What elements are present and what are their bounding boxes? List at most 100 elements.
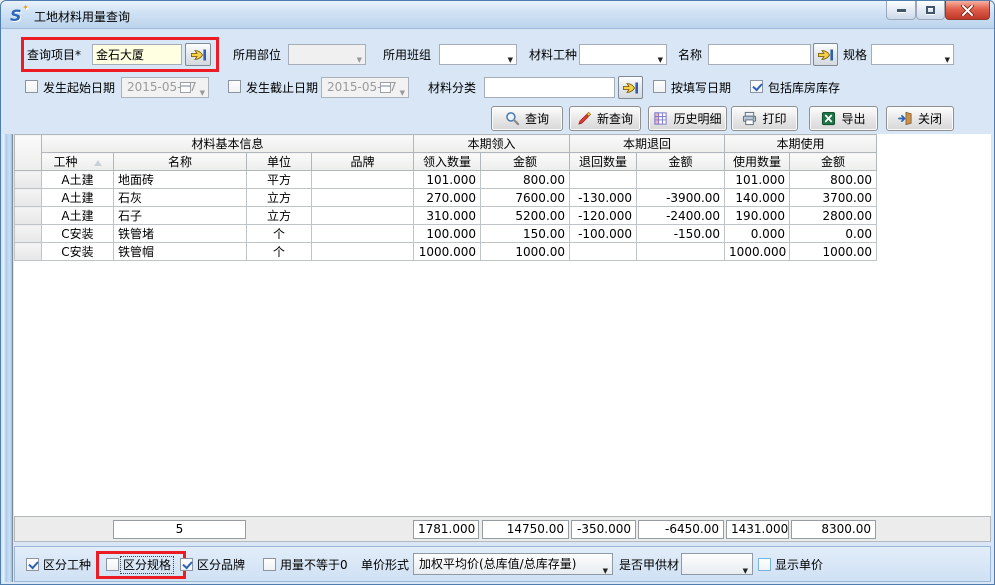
- owner-supplied-combobox[interactable]: ▼: [681, 553, 753, 575]
- cell[interactable]: [312, 243, 414, 261]
- chevron-down-icon: ▼: [743, 561, 748, 575]
- column-header-recv-qty[interactable]: 领入数量: [414, 153, 481, 171]
- material-type-combobox[interactable]: ▼: [579, 44, 667, 65]
- cell[interactable]: 140.000: [725, 189, 790, 207]
- start-date-checkbox[interactable]: [25, 80, 38, 93]
- cell[interactable]: 石子: [114, 207, 247, 225]
- cell[interactable]: 190.000: [725, 207, 790, 225]
- export-button[interactable]: 导出: [809, 106, 878, 131]
- category-input[interactable]: [484, 77, 615, 98]
- column-header-unit[interactable]: 单位: [247, 153, 312, 171]
- row-selector[interactable]: [15, 207, 42, 225]
- cell[interactable]: [637, 171, 725, 189]
- show-unit-price-checkbox[interactable]: [758, 558, 771, 571]
- close-button[interactable]: [945, 1, 990, 20]
- cell[interactable]: 100.000: [414, 225, 481, 243]
- cell[interactable]: 0.000: [725, 225, 790, 243]
- cell[interactable]: [312, 189, 414, 207]
- cell[interactable]: -150.00: [637, 225, 725, 243]
- column-header-used-qty[interactable]: 使用数量: [725, 153, 790, 171]
- column-header-name[interactable]: 名称: [114, 153, 247, 171]
- end-date-checkbox[interactable]: [228, 80, 241, 93]
- cell[interactable]: 800.00: [790, 171, 877, 189]
- cell[interactable]: 1000.00: [790, 243, 877, 261]
- cell[interactable]: 3700.00: [790, 189, 877, 207]
- cell[interactable]: 101.000: [414, 171, 481, 189]
- cell[interactable]: 1000.000: [414, 243, 481, 261]
- cell[interactable]: 2800.00: [790, 207, 877, 225]
- cell[interactable]: 800.00: [481, 171, 570, 189]
- close-form-button[interactable]: 关闭: [886, 106, 954, 131]
- cell[interactable]: 150.00: [481, 225, 570, 243]
- cell[interactable]: -120.000: [570, 207, 637, 225]
- cell[interactable]: -3900.00: [637, 189, 725, 207]
- distinguish-gongzhong-checkbox[interactable]: [26, 558, 39, 571]
- cell[interactable]: 101.000: [725, 171, 790, 189]
- by-fill-date-checkbox[interactable]: [653, 80, 666, 93]
- cell[interactable]: 1000.00: [481, 243, 570, 261]
- column-header-return-amount[interactable]: 金额: [637, 153, 725, 171]
- cell[interactable]: 7600.00: [481, 189, 570, 207]
- row-selector[interactable]: [15, 171, 42, 189]
- distinguish-spec-checkbox[interactable]: [106, 558, 119, 571]
- cell[interactable]: 平方: [247, 171, 312, 189]
- history-detail-button[interactable]: 历史明细: [648, 106, 727, 131]
- category-lookup-button[interactable]: [618, 76, 643, 99]
- cell[interactable]: 0.00: [790, 225, 877, 243]
- print-button[interactable]: 打印: [731, 106, 798, 131]
- query-button[interactable]: 查询: [491, 106, 563, 131]
- distinguish-brand-checkbox[interactable]: [180, 558, 193, 571]
- cell[interactable]: -2400.00: [637, 207, 725, 225]
- cell[interactable]: 立方: [247, 189, 312, 207]
- part-combobox[interactable]: ▼: [288, 44, 366, 65]
- cell[interactable]: A土建: [42, 207, 114, 225]
- cell[interactable]: 地面砖: [114, 171, 247, 189]
- column-header-recv-amount[interactable]: 金额: [481, 153, 570, 171]
- start-date-picker[interactable]: 2015-05-27▼: [121, 77, 209, 98]
- column-header-used-amount[interactable]: 金额: [790, 153, 877, 171]
- cell[interactable]: 石灰: [114, 189, 247, 207]
- cell[interactable]: 310.000: [414, 207, 481, 225]
- cell[interactable]: [312, 225, 414, 243]
- include-warehouse-checkbox[interactable]: [750, 80, 763, 93]
- cell[interactable]: 立方: [247, 207, 312, 225]
- cell[interactable]: [312, 171, 414, 189]
- cell[interactable]: [637, 243, 725, 261]
- cell[interactable]: [570, 243, 637, 261]
- cell[interactable]: C安装: [42, 243, 114, 261]
- cell[interactable]: -130.000: [570, 189, 637, 207]
- spec-combobox[interactable]: ▼: [871, 44, 954, 65]
- cell[interactable]: C安装: [42, 225, 114, 243]
- maximize-button[interactable]: [916, 1, 945, 20]
- project-lookup-button[interactable]: [185, 43, 211, 66]
- column-header-return-qty[interactable]: 退回数量: [570, 153, 637, 171]
- new-query-button[interactable]: 新查询: [569, 106, 641, 131]
- end-date-picker[interactable]: 2015-05-27▼: [321, 77, 409, 98]
- cell[interactable]: A土建: [42, 189, 114, 207]
- usage-nonzero-checkbox[interactable]: [263, 558, 276, 571]
- price-form-combobox[interactable]: 加权平均价(总库值/总库存量)▼: [413, 553, 613, 575]
- cell[interactable]: 5200.00: [481, 207, 570, 225]
- project-input[interactable]: [92, 44, 182, 65]
- column-header-brand[interactable]: 品牌: [312, 153, 414, 171]
- cell[interactable]: [570, 171, 637, 189]
- cell[interactable]: A土建: [42, 171, 114, 189]
- cell[interactable]: -100.000: [570, 225, 637, 243]
- column-header-gongzhong[interactable]: 工种: [42, 153, 114, 171]
- owner-supplied-label: 是否甲供材: [619, 557, 679, 573]
- name-lookup-button[interactable]: [813, 43, 838, 66]
- name-input[interactable]: [708, 44, 811, 65]
- cell[interactable]: 1000.000: [725, 243, 790, 261]
- row-selector[interactable]: [15, 189, 42, 207]
- vertical-scrollbar[interactable]: [3, 134, 13, 582]
- cell[interactable]: 个: [247, 225, 312, 243]
- cell[interactable]: 铁管堵: [114, 225, 247, 243]
- cell[interactable]: 270.000: [414, 189, 481, 207]
- cell[interactable]: 个: [247, 243, 312, 261]
- cell[interactable]: [312, 207, 414, 225]
- row-selector[interactable]: [15, 243, 42, 261]
- row-selector[interactable]: [15, 225, 42, 243]
- team-combobox[interactable]: ▼: [439, 44, 517, 65]
- cell[interactable]: 铁管帽: [114, 243, 247, 261]
- minimize-button[interactable]: [886, 1, 916, 20]
